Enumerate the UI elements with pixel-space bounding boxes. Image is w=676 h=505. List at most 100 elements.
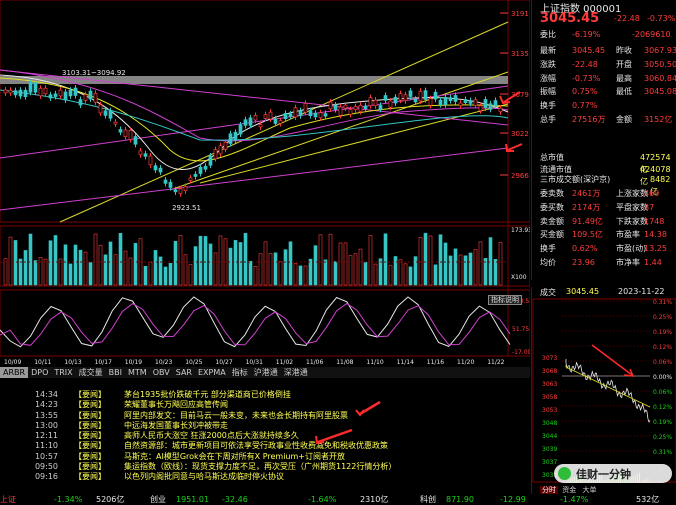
candle-body (308, 110, 313, 117)
volume-bar (288, 241, 293, 286)
kline-canvas[interactable]: 319131353079302229663103.31~3094.922923.… (0, 0, 530, 378)
candle-body (273, 118, 278, 124)
status-item: 5206亿 (96, 495, 125, 504)
tab-sar[interactable]: SAR (173, 367, 195, 378)
tab-arbr[interactable]: ARBR (0, 367, 29, 378)
intraday-pct-label: 0.12% (653, 344, 672, 351)
candle-body (168, 181, 173, 188)
candle-body (258, 124, 263, 128)
price-axis-label: 3191 (511, 10, 529, 18)
trendline-yellow (59, 21, 509, 223)
tab-big-orders[interactable]: 大单 (580, 486, 598, 494)
news-list: 14:34 【要闻】 茅台1935批价跌破千元 部分渠道商已价格倒挂 14:23 【要… (0, 390, 530, 494)
volume-bar (283, 249, 288, 286)
date-axis-label: 11/16 (427, 359, 444, 366)
quote-value-right: 3045.08 (644, 87, 676, 97)
volume-bar (178, 235, 183, 286)
candle-body (393, 96, 398, 104)
candle-body (368, 97, 373, 107)
tab-hk-sh[interactable]: 沪港通 (251, 367, 281, 378)
candle-body (198, 166, 203, 174)
candle-body (363, 105, 368, 110)
candle-body (73, 87, 78, 96)
tab-expma[interactable]: EXPMA (195, 367, 229, 378)
quote-value-right: 13.25 (644, 244, 667, 254)
volume-bar (268, 253, 273, 286)
tab-indicator[interactable]: 指标 (229, 367, 251, 378)
tab-minute[interactable]: 分时 (540, 486, 558, 494)
tab-funds[interactable]: 资金 (560, 486, 578, 494)
volume-axis-label: 173.93亿 (511, 226, 530, 234)
quote-row: 振幅 0.75% 最低 3045.08 (532, 86, 676, 98)
volume-unit-label: X100 (511, 274, 527, 281)
quote-label-right: 市净率 (616, 258, 640, 267)
intraday-price-label: 3039 (542, 446, 557, 453)
three-market-label: 三市成交额(深沪京) (540, 175, 611, 184)
tab-bbi[interactable]: BBI (106, 367, 125, 378)
tab-hk-sz[interactable]: 深港通 (281, 367, 311, 378)
status-item: 532亿 (636, 495, 660, 504)
date-axis-label: 10/27 (215, 359, 232, 366)
intraday-pct-label: 0.06% (653, 359, 672, 366)
volume-bar (318, 234, 323, 286)
volume-bar (313, 245, 318, 286)
candle-body (298, 110, 303, 117)
volume-bar (423, 232, 428, 286)
volume-bar (133, 242, 138, 286)
candle-body (343, 104, 348, 109)
quote-value: 0.62% (572, 244, 598, 254)
volume-bar (73, 244, 78, 286)
oscillator-axis-label: 51.75 (512, 326, 529, 333)
status-item: 科创 (420, 495, 436, 504)
candle-body (48, 94, 53, 99)
candle-body (333, 104, 338, 110)
volume-bar (278, 261, 283, 286)
candle-body (263, 114, 268, 119)
candle-body (188, 177, 193, 181)
candle-body (103, 110, 108, 116)
quote-row: 卖金额 91.49亿 下跌家数 1748 (532, 216, 676, 228)
weibi-label: 委比 (540, 30, 556, 39)
candle-body (193, 173, 198, 177)
intraday-chart[interactable]: 成交 3045.45 2023-11-22 0.31% 0.25% 0.19% 0.1… (531, 287, 676, 497)
candle-body (63, 91, 68, 101)
quote-value-right: 1.44 (644, 258, 662, 267)
volume-bar (83, 251, 88, 286)
candle-body (358, 104, 363, 112)
volume-bar (298, 265, 303, 286)
tab-dpo[interactable]: DPO (28, 367, 51, 378)
volume-bar (263, 241, 268, 286)
intraday-pct-label: 0.25% (653, 314, 672, 321)
indicator-help-button[interactable]: 指标说明 (488, 295, 522, 305)
candle-body (468, 100, 473, 104)
tab-obv[interactable]: OBV (150, 367, 173, 378)
price-axis-label: 3022 (511, 130, 529, 138)
quote-value: 91.49亿 (572, 216, 603, 226)
quote-label: 换手 (540, 101, 556, 111)
candle-body (278, 120, 283, 124)
tab-volume[interactable]: 成交量 (76, 367, 106, 378)
volume-bar (163, 266, 168, 286)
volume-bar (328, 233, 333, 286)
intraday-pct-label: 0.25% (653, 434, 672, 441)
tab-trix[interactable]: TRIX (51, 367, 75, 378)
volume-bar (488, 237, 493, 286)
candle-body (378, 105, 383, 110)
volume-bar (443, 242, 448, 286)
tab-mtm[interactable]: MTM (125, 367, 150, 378)
weibi-pct: -6.19% (572, 30, 601, 39)
quote-value: 109.5亿 (572, 230, 603, 240)
candle-body (428, 98, 433, 106)
candle-body (23, 89, 28, 98)
quote-row: 换手 0.77% (532, 100, 676, 112)
quote-value: 27516万 (572, 115, 606, 124)
quote-row: 买金额 109.5亿 市盈率 14.38 (532, 229, 676, 241)
candle-body (53, 93, 58, 97)
watermark-badge: 佳财一分钟 (554, 464, 672, 483)
candle-body (373, 99, 378, 107)
kline-chart[interactable]: 3191 3135 3079 3022 2966 3103.31~3094.92 2923.… (0, 0, 530, 378)
intraday-price-label: 3063 (542, 381, 557, 388)
volume-bar (3, 258, 8, 286)
volume-bar (428, 235, 433, 286)
volume-bar (53, 235, 58, 286)
